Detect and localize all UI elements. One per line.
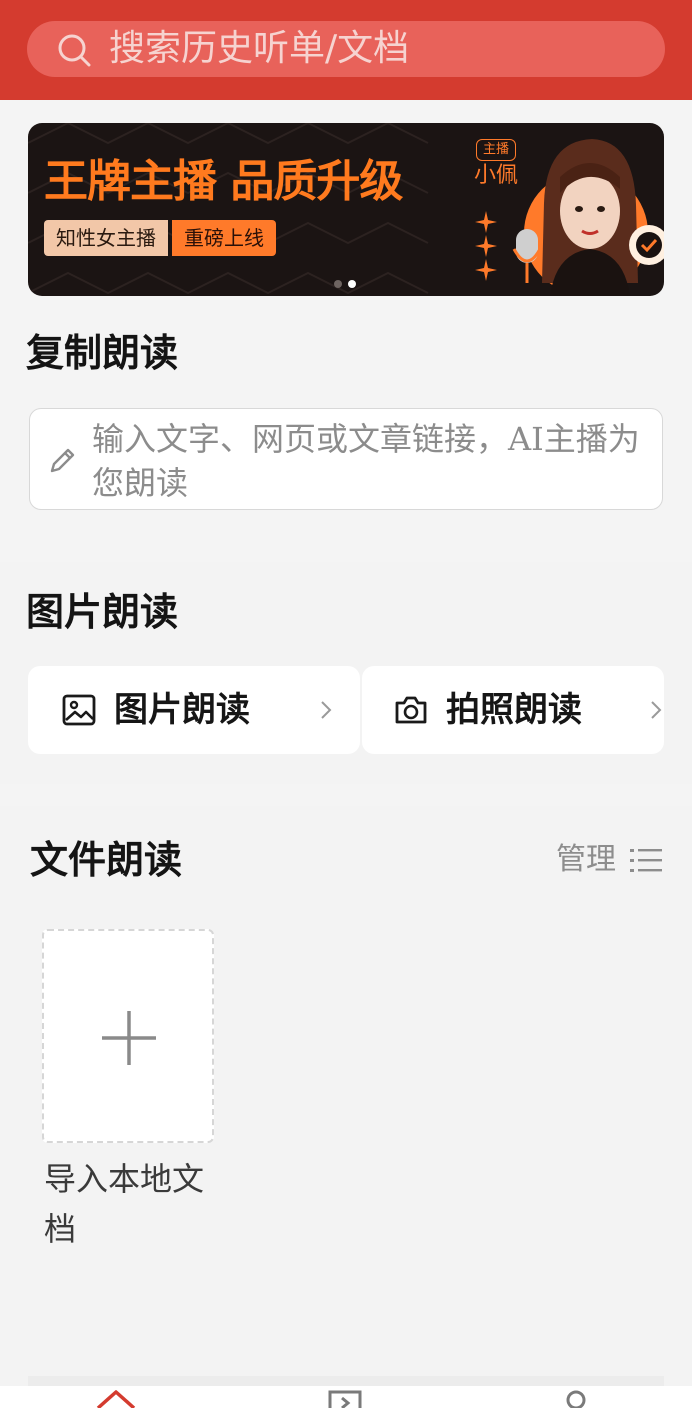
home-icon[interactable] (94, 1386, 138, 1408)
import-document-label: 导入本地文档 (44, 1160, 205, 1248)
carousel-dot-active[interactable] (348, 280, 356, 288)
text-input-placeholder: 输入文字、网页或文章链接，AI主播为您朗读 (92, 420, 640, 502)
pencil-icon (50, 448, 75, 473)
file-read-title: 文件朗读 (30, 838, 183, 882)
carousel-dots (334, 273, 362, 292)
top-header: 搜索历史听单/文档 (0, 0, 692, 100)
camera-read-card[interactable]: 拍照朗读 (362, 666, 664, 754)
image-read-title: 图片朗读 (26, 590, 179, 634)
bottom-tab-bar (0, 1386, 692, 1408)
camera-read-label: 拍照朗读 (446, 690, 582, 730)
sparkle-icon (475, 211, 497, 281)
copy-read-title: 复制朗读 (26, 331, 179, 375)
chevron-right-icon (321, 701, 332, 719)
plus-icon (102, 1011, 156, 1065)
import-document-button[interactable] (42, 929, 214, 1143)
text-input-field[interactable]: 输入文字、网页或文章链接，AI主播为您朗读 (29, 408, 663, 510)
chevron-right-icon (651, 701, 662, 719)
search-icon (58, 34, 91, 67)
search-bar[interactable]: 搜索历史听单/文档 (27, 21, 665, 77)
profile-icon[interactable] (554, 1386, 598, 1408)
banner-tag-2: 重磅上线 (172, 220, 276, 256)
promo-banner[interactable]: 王牌主播 品质升级 知性女主播 重磅上线 主播 小佩 (28, 123, 664, 296)
host-avatar (512, 139, 664, 296)
banner-title: 王牌主播 品质升级 (44, 156, 403, 207)
image-read-label: 图片朗读 (114, 690, 250, 730)
image-read-card[interactable]: 图片朗读 (28, 666, 360, 754)
camera-icon (395, 696, 427, 724)
play-icon[interactable] (324, 1386, 368, 1408)
manage-button[interactable]: 管理 (556, 840, 616, 880)
banner-tag-1: 知性女主播 (44, 220, 168, 256)
list-icon[interactable] (628, 846, 664, 876)
carousel-dot[interactable] (334, 280, 342, 288)
search-placeholder: 搜索历史听单/文档 (109, 28, 410, 69)
image-icon (62, 694, 96, 726)
